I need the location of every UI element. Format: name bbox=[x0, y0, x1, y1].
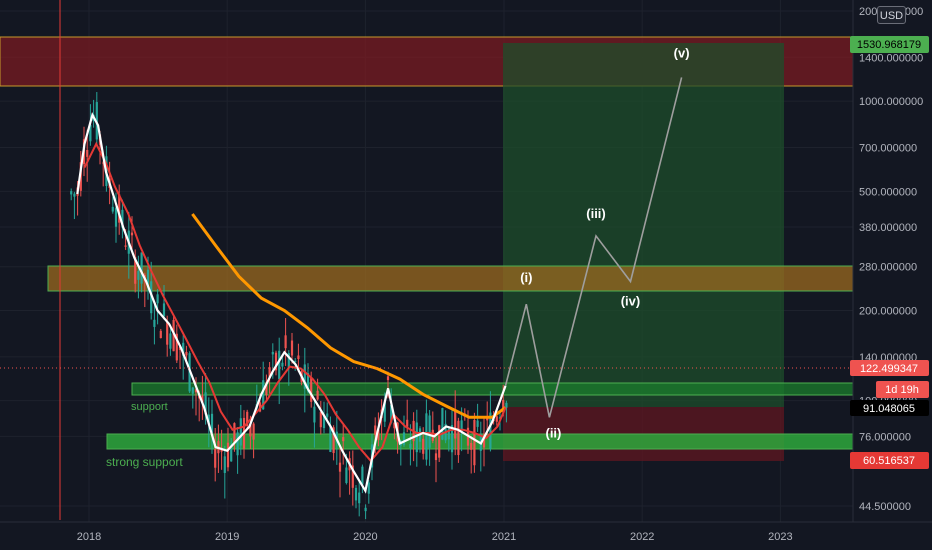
candle-body bbox=[169, 333, 172, 349]
support-zone bbox=[131, 382, 854, 396]
y-tick-label: 700.000000 bbox=[859, 143, 917, 155]
candle-body bbox=[86, 149, 89, 157]
candle-body bbox=[233, 423, 236, 443]
svg-text:1d 19h: 1d 19h bbox=[885, 384, 919, 396]
candle-body bbox=[297, 355, 300, 360]
candle-body bbox=[278, 350, 281, 380]
candle-body bbox=[313, 406, 316, 423]
wave-label: (iv) bbox=[621, 293, 641, 308]
candle-body bbox=[476, 420, 479, 427]
candle-body bbox=[319, 411, 322, 428]
candle-body bbox=[367, 482, 370, 494]
wave-label: (v) bbox=[674, 45, 690, 60]
y-tick-label: 280.000000 bbox=[859, 262, 917, 274]
candle-body bbox=[252, 423, 255, 440]
x-tick-label: 2023 bbox=[768, 531, 792, 543]
candle-body bbox=[124, 245, 127, 247]
candle-body bbox=[153, 319, 156, 327]
candle-body bbox=[470, 442, 473, 450]
candle-body bbox=[354, 487, 358, 501]
candle-body bbox=[111, 206, 114, 212]
countdown-badge: 1d 19h bbox=[876, 381, 929, 398]
candle-body bbox=[271, 351, 274, 355]
svg-text:60.516537: 60.516537 bbox=[863, 455, 915, 467]
candle-body bbox=[415, 422, 418, 453]
stop-price-badge: 60.516537 bbox=[850, 452, 929, 469]
candle-body bbox=[191, 387, 194, 394]
candle-body bbox=[73, 193, 76, 197]
candle-body bbox=[473, 419, 476, 466]
y-tick-label: 1400.000000 bbox=[859, 52, 923, 64]
x-tick-label: 2022 bbox=[630, 531, 654, 543]
candle-body bbox=[425, 413, 428, 460]
candle-body bbox=[345, 467, 348, 484]
x-tick-label: 2018 bbox=[77, 531, 101, 543]
candle-body bbox=[457, 420, 460, 456]
candle-body bbox=[156, 294, 159, 304]
mid-resistance-zone bbox=[47, 265, 854, 292]
candle-body bbox=[166, 322, 169, 345]
svg-text:1530.968179: 1530.968179 bbox=[857, 39, 921, 51]
svg-text:91.048065: 91.048065 bbox=[863, 403, 915, 415]
candle-body bbox=[338, 462, 342, 472]
candle-body bbox=[361, 466, 364, 485]
candle-body bbox=[159, 330, 162, 339]
candle-body bbox=[137, 270, 140, 280]
candle-body bbox=[434, 453, 438, 461]
candle-body bbox=[214, 448, 217, 468]
x-tick-label: 2019 bbox=[215, 531, 239, 543]
candle-body bbox=[326, 413, 329, 417]
candle-body bbox=[329, 426, 332, 453]
y-tick-label: 1000.000000 bbox=[859, 96, 923, 108]
entry-price-badge: 91.048065 bbox=[850, 400, 929, 416]
candle-body bbox=[162, 303, 166, 317]
candle-body bbox=[428, 415, 431, 448]
y-tick-label: 44.500000 bbox=[859, 501, 911, 513]
candle-body bbox=[505, 402, 508, 408]
candle-body bbox=[409, 443, 412, 449]
currency-selector[interactable]: USD bbox=[877, 6, 906, 24]
strong-support-label: strong support bbox=[106, 455, 183, 469]
candle-body bbox=[114, 207, 118, 227]
x-tick-label: 2021 bbox=[492, 531, 516, 543]
y-tick-label: 200.000000 bbox=[859, 306, 917, 318]
x-tick-label: 2020 bbox=[353, 531, 377, 543]
candle-body bbox=[310, 377, 313, 402]
current-price-badge: 122.499347 bbox=[850, 360, 929, 376]
profit-target-zone bbox=[503, 43, 784, 407]
candle-body bbox=[226, 442, 230, 468]
candle-body bbox=[223, 456, 226, 473]
wave-label: (ii) bbox=[545, 425, 561, 440]
svg-text:122.499347: 122.499347 bbox=[860, 363, 918, 375]
candle-body bbox=[130, 232, 134, 236]
price-chart[interactable]: (i) (ii) (iii) (iv) (v) support strong suppo… bbox=[0, 0, 932, 550]
candle-body bbox=[406, 419, 409, 427]
candle-body bbox=[281, 362, 284, 367]
candle-body bbox=[290, 340, 294, 356]
candle-body bbox=[236, 432, 239, 456]
candle-body bbox=[438, 425, 441, 458]
candle-body bbox=[374, 425, 377, 435]
candle-body bbox=[239, 418, 242, 446]
candle-body bbox=[358, 492, 361, 504]
wave-label: (iii) bbox=[586, 206, 606, 221]
y-tick-label: 76.000000 bbox=[859, 431, 911, 443]
candle-body bbox=[495, 416, 498, 422]
candle-body bbox=[364, 507, 367, 512]
candle-body bbox=[316, 390, 319, 400]
candle-body bbox=[422, 438, 425, 454]
candle-body bbox=[140, 252, 143, 284]
candle-body bbox=[185, 351, 188, 356]
candle-body bbox=[284, 335, 287, 349]
candle-body bbox=[70, 191, 73, 195]
candle-body bbox=[454, 409, 457, 439]
support-label: support bbox=[131, 401, 168, 413]
wave-label: (i) bbox=[520, 270, 532, 285]
candle-body bbox=[342, 437, 345, 442]
target-price-badge: 1530.968179 bbox=[850, 36, 929, 53]
y-tick-label: 380.000000 bbox=[859, 222, 917, 234]
candle-body bbox=[386, 376, 390, 381]
y-tick-label: 500.000000 bbox=[859, 186, 917, 198]
